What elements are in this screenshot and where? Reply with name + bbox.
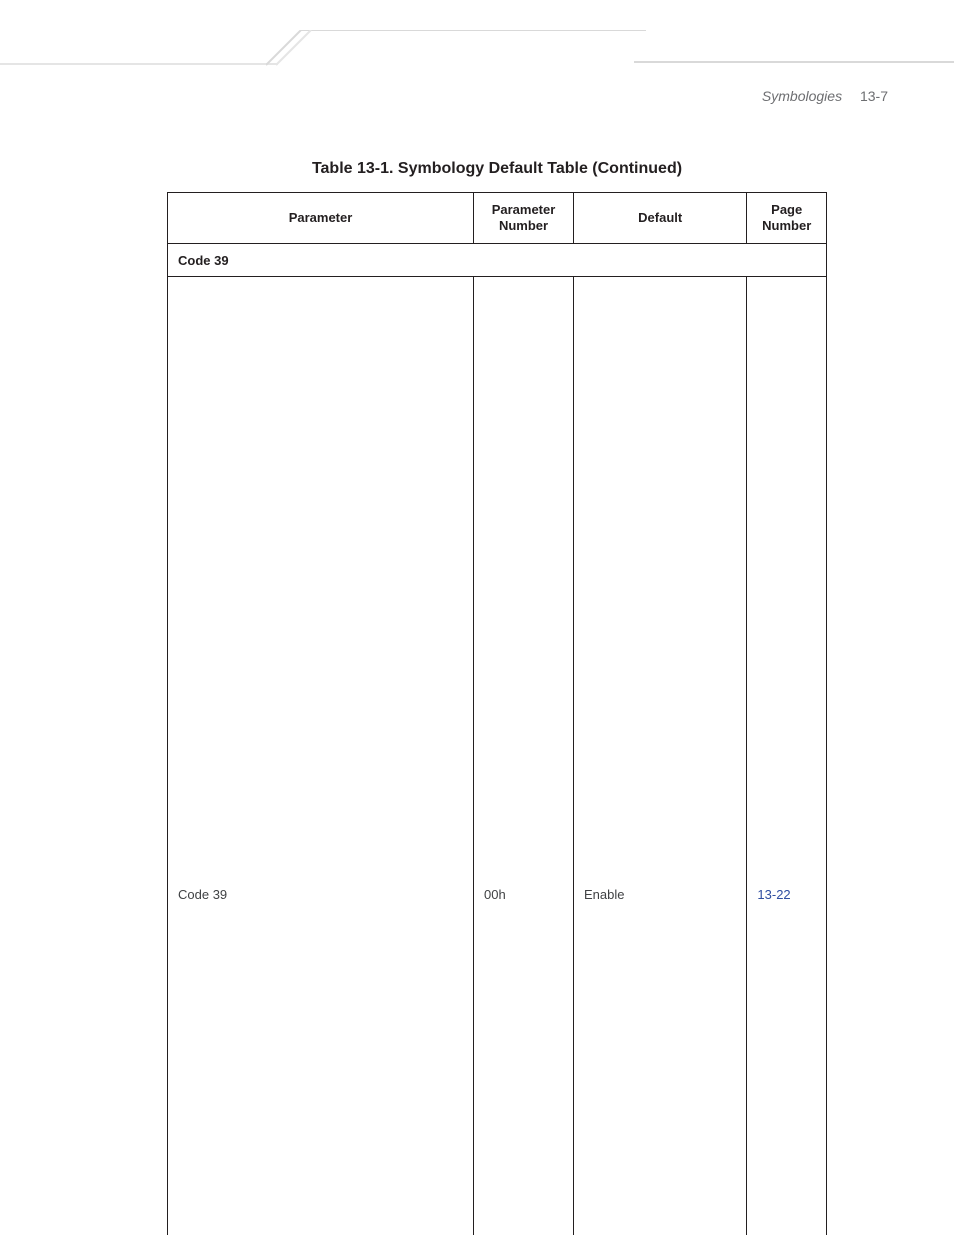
cell-default: Enable <box>574 276 747 1235</box>
col-header-parameter-number: Parameter Number <box>474 193 574 244</box>
col-header-page-l2: Number <box>762 218 811 233</box>
table-header-row: Parameter Parameter Number Default Page … <box>168 193 827 244</box>
content-area: Table 13-1. Symbology Default Table (Con… <box>0 160 954 1235</box>
table-body: Code 39Code 3900hEnable13-22Trioptic Cod… <box>168 243 827 1235</box>
section-header-cell: Code 39 <box>168 243 827 276</box>
cell-parameter: Code 39 <box>168 276 474 1235</box>
running-header: Symbologies 13-7 <box>762 88 888 104</box>
col-header-parameter: Parameter <box>168 193 474 244</box>
header-rule-right <box>634 61 954 63</box>
col-header-page-number: Page Number <box>747 193 827 244</box>
col-header-page-l1: Page <box>771 202 802 217</box>
cell-parameter-number: 00h <box>474 276 574 1235</box>
page: Symbologies 13-7 Table 13-1. Symbology D… <box>0 0 954 1235</box>
col-header-parameter-number-l2: Number <box>499 218 548 233</box>
cell-page-number: 13-22 <box>747 276 827 1235</box>
table-row: Code 3900hEnable 13-22 <box>168 276 827 1235</box>
col-header-default: Default <box>574 193 747 244</box>
col-header-parameter-number-l1: Parameter <box>492 202 556 217</box>
page-link[interactable]: 13-22 <box>757 887 790 902</box>
table-row: Code 39 <box>168 243 827 276</box>
symbology-default-table: Parameter Parameter Number Default Page … <box>167 192 827 1235</box>
header-rule-left <box>0 63 278 65</box>
running-header-page: 13-7 <box>860 88 888 104</box>
header-corner-decoration <box>266 30 646 100</box>
table-caption: Table 13-1. Symbology Default Table (Con… <box>160 160 834 178</box>
running-header-section: Symbologies <box>762 88 842 104</box>
